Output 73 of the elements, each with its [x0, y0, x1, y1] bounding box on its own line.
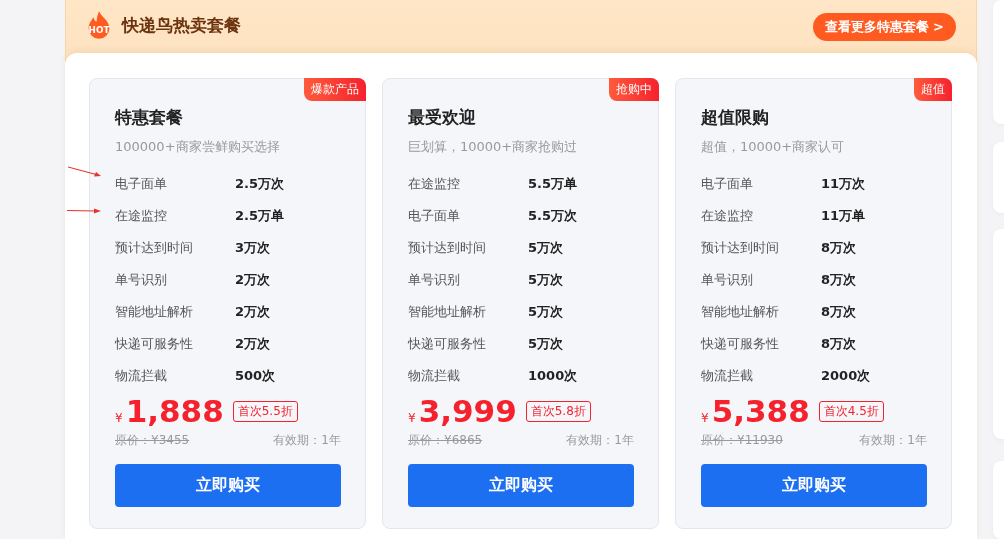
- feature-name: 单号识别: [115, 271, 168, 289]
- discount-tag: 首次5.5折: [232, 401, 298, 422]
- feature-name: 电子面单: [115, 175, 168, 193]
- card-badge: 爆款产品: [304, 78, 366, 101]
- validity-text: 有效期：1年: [566, 432, 634, 449]
- feature-name: 快递可服务性: [408, 335, 487, 353]
- currency-symbol: ¥: [408, 411, 416, 425]
- feature-value: 2000次: [821, 367, 871, 385]
- feature-name: 预计达到时间: [701, 239, 780, 257]
- feature-name: 物流拦截: [115, 367, 168, 385]
- feature-value: 3万次: [235, 239, 271, 257]
- feature-name: 预计达到时间: [115, 239, 194, 257]
- discount-tag: 首次4.5折: [818, 401, 884, 422]
- feature-value: 5.5万次: [528, 207, 578, 225]
- feature-name: 在途监控: [408, 175, 461, 193]
- feature-value: 500次: [235, 367, 276, 385]
- feature-value: 5万次: [528, 335, 564, 353]
- feature-name: 电子面单: [701, 175, 754, 193]
- arrow-icon: [68, 166, 102, 178]
- feature-value: 5万次: [528, 303, 564, 321]
- buy-button[interactable]: 立即购买: [408, 464, 634, 507]
- more-packages-button[interactable]: 查看更多特惠套餐 >: [812, 13, 956, 41]
- feature-value: 2万次: [235, 335, 271, 353]
- feature-value: 11万单: [821, 207, 866, 225]
- feature-name: 单号识别: [408, 271, 461, 289]
- original-price: 原价：¥11930: [701, 432, 783, 449]
- currency-symbol: ¥: [701, 411, 709, 425]
- currency-symbol: ¥: [115, 411, 123, 425]
- feature-value: 8万次: [821, 239, 857, 257]
- feature-name: 智能地址解析: [115, 303, 194, 321]
- feature-name: 预计达到时间: [408, 239, 487, 257]
- feature-value: 2万次: [235, 271, 271, 289]
- price: 5,388: [711, 392, 810, 430]
- card-badge: 超值: [914, 78, 952, 101]
- card-badge: 抢购中: [609, 78, 659, 101]
- feature-value: 1000次: [528, 367, 578, 385]
- card-title: 特惠套餐: [115, 106, 184, 129]
- feature-name: 物流拦截: [408, 367, 461, 385]
- buy-button[interactable]: 立即购买: [115, 464, 341, 507]
- feature-value: 5.5万单: [528, 175, 578, 193]
- price: 1,888: [125, 392, 224, 430]
- price: 3,999: [418, 392, 517, 430]
- feature-value: 8万次: [821, 335, 857, 353]
- card-subtitle: 巨划算，10000+商家抢购过: [408, 138, 579, 156]
- feature-name: 智能地址解析: [408, 303, 487, 321]
- feature-name: 在途监控: [701, 207, 754, 225]
- card-subtitle: 100000+商家尝鲜购买选择: [115, 138, 281, 156]
- feature-name: 电子面单: [408, 207, 461, 225]
- original-price: 原价：¥3455: [115, 432, 190, 449]
- discount-tag: 首次5.8折: [525, 401, 591, 422]
- feature-name: 快递可服务性: [115, 335, 194, 353]
- feature-name: 单号识别: [701, 271, 754, 289]
- feature-value: 2.5万单: [235, 207, 285, 225]
- original-price: 原价：¥6865: [408, 432, 483, 449]
- feature-name: 快递可服务性: [701, 335, 780, 353]
- validity-text: 有效期：1年: [859, 432, 927, 449]
- section-title: 快递鸟热卖套餐: [122, 13, 241, 37]
- feature-value: 8万次: [821, 271, 857, 289]
- feature-value: 5万次: [528, 239, 564, 257]
- card-subtitle: 超值，10000+商家认可: [701, 138, 846, 156]
- card-title: 超值限购: [701, 106, 770, 129]
- feature-value: 2万次: [235, 303, 271, 321]
- feature-name: 智能地址解析: [701, 303, 780, 321]
- validity-text: 有效期：1年: [273, 432, 341, 449]
- feature-value: 2.5万次: [235, 175, 285, 193]
- feature-value: 11万次: [821, 175, 866, 193]
- feature-name: 在途监控: [115, 207, 168, 225]
- feature-value: 8万次: [821, 303, 857, 321]
- card-title: 最受欢迎: [408, 106, 477, 129]
- arrow-icon: [67, 207, 101, 215]
- feature-name: 物流拦截: [701, 367, 754, 385]
- buy-button[interactable]: 立即购买: [701, 464, 927, 507]
- feature-value: 5万次: [528, 271, 564, 289]
